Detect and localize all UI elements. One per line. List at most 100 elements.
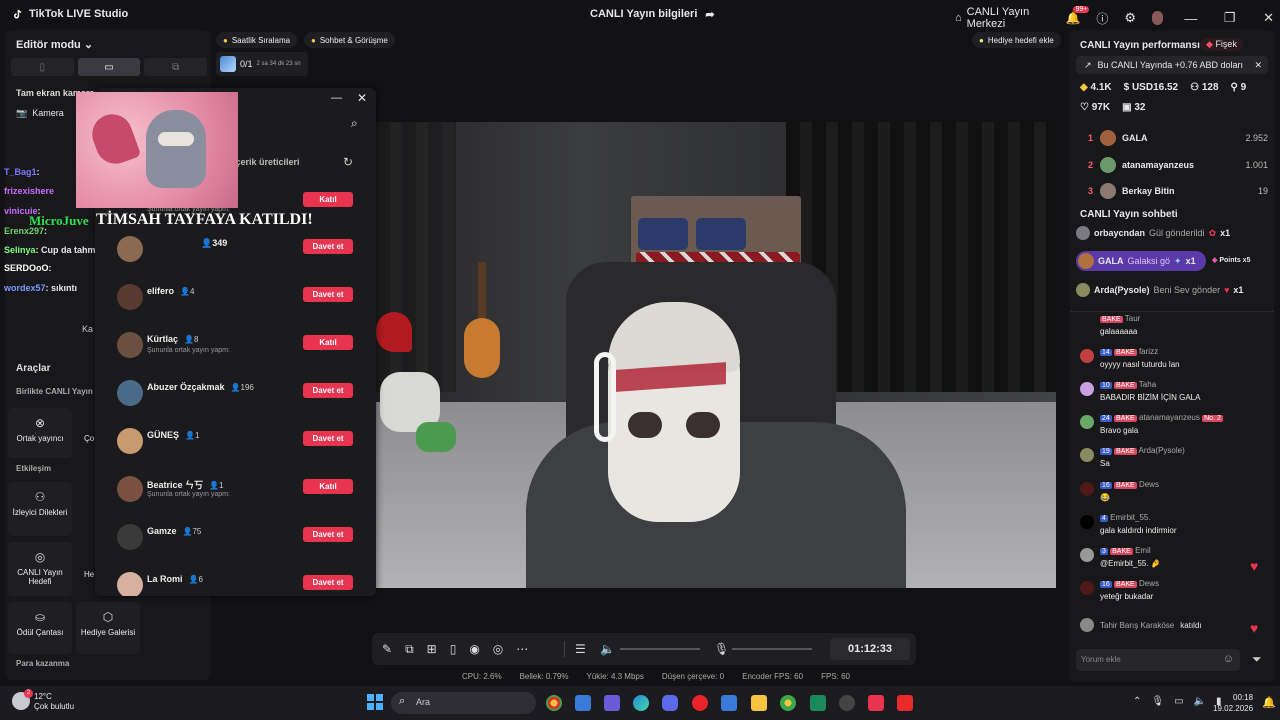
stats-row-2: ♡ 97K ▣ 32 xyxy=(1080,102,1145,113)
microphone-icon[interactable]: 🎙 xyxy=(714,642,729,656)
goal-widget[interactable]: 0/1 2 sa 34 dk 23 sn xyxy=(216,52,308,76)
settings-gear-icon[interactable]: ⚙ xyxy=(1124,10,1136,26)
notification-badge: 99+ xyxy=(1073,6,1090,13)
minimize-popup-button[interactable]: — xyxy=(331,92,342,104)
help-icon[interactable]: ⓘ xyxy=(1096,10,1108,27)
control-bar: ✎ ⧉ ⊞ ▯ ◉ ◎ ⋯ ☰ 🔈 🎙 01:12:33 xyxy=(372,633,916,665)
network-icon[interactable]: ▭ xyxy=(1174,696,1183,707)
bell-icon: 🔔 xyxy=(1065,11,1081,25)
opera-icon[interactable] xyxy=(692,695,708,711)
likes-stat: ♡ 97K xyxy=(1080,102,1111,113)
avatar xyxy=(117,332,143,358)
live-info-title[interactable]: CANLI Yayın bilgileri ➦ xyxy=(590,8,715,21)
live-chat-title: CANLI Yayın sohbeti xyxy=(1080,209,1178,220)
replay-icon[interactable]: ◎ xyxy=(493,642,503,657)
speaker-icon[interactable]: 🔈 xyxy=(600,642,615,656)
weather-widget[interactable]: 12°C Çok bulutlu xyxy=(34,692,74,712)
notification-bell-icon[interactable]: 🔔 xyxy=(1262,696,1276,709)
avatar xyxy=(1100,130,1116,146)
ranking-row[interactable]: 1 GALA 2.952 xyxy=(1088,130,1268,146)
partial-label-c: He xyxy=(84,570,95,579)
ranking-row[interactable]: 3 Berkay Bitin 19 xyxy=(1088,183,1268,199)
guest-name: Abuzer Özçakmak 👤196 xyxy=(147,382,254,392)
mic-slider[interactable] xyxy=(732,648,812,650)
partial-label-a: Ka xyxy=(82,324,94,334)
obs-icon[interactable] xyxy=(839,695,855,711)
creators-tab[interactable]: içerik üreticileri xyxy=(233,157,300,167)
invite-button[interactable]: Davet et xyxy=(303,287,353,302)
camera-preview[interactable] xyxy=(376,122,1056,588)
youtube-icon[interactable] xyxy=(897,695,913,711)
discord-icon[interactable] xyxy=(662,695,678,711)
tiktok-live-icon[interactable] xyxy=(868,695,884,711)
camera-source[interactable]: 📷 Kamera xyxy=(16,108,64,119)
cohost-tool[interactable]: ⊗ Ortak yayıncı xyxy=(8,408,72,458)
record-icon[interactable]: ◉ xyxy=(469,642,479,657)
layout-icon[interactable]: ⊞ xyxy=(427,642,437,657)
gift-goal-pill[interactable]: ● Hediye hedefi ekle xyxy=(972,32,1061,48)
search-icon[interactable]: ⌕ xyxy=(351,116,358,131)
close-popup-button[interactable]: ✕ xyxy=(357,91,367,105)
folder-icon[interactable] xyxy=(751,695,767,711)
magic-wand-icon[interactable]: ✎ xyxy=(382,642,392,657)
edge-icon[interactable] xyxy=(633,695,649,711)
mic-tray-icon[interactable]: 🎙 xyxy=(1151,696,1164,707)
invite-button[interactable]: Davet et xyxy=(303,383,353,398)
gift-gallery-tool[interactable]: ⬡ Hediye Galerisi xyxy=(76,602,140,654)
live-center-button[interactable]: ⌂ CANLI Yayın Merkezi xyxy=(955,6,1049,30)
refresh-icon[interactable]: ↻ xyxy=(343,155,353,169)
share-icon[interactable]: ➦ xyxy=(705,8,714,21)
viewer-requests-tool[interactable]: ⚇ İzleyici Dilekleri xyxy=(8,482,72,536)
avatar xyxy=(117,380,143,406)
filter-icon[interactable]: ⏷ xyxy=(1252,652,1262,667)
phone-icon[interactable]: ▯ xyxy=(450,642,457,657)
hourly-ranking-pill[interactable]: ● Saatlik Sıralama xyxy=(216,32,298,48)
ranking-row[interactable]: 2 atanamayanzeus 1.001 xyxy=(1088,157,1268,173)
store-icon[interactable] xyxy=(575,695,591,711)
live-goal-tool[interactable]: ◎ CANLI Yayın Hedefi xyxy=(8,542,72,596)
chrome-alt-icon[interactable] xyxy=(780,695,796,711)
invite-button[interactable]: Davet et xyxy=(303,575,353,590)
join-button[interactable]: Katıl xyxy=(303,192,353,207)
maximize-button[interactable]: ❐ xyxy=(1218,10,1241,26)
clock[interactable]: 00:18 19.02.2026 xyxy=(1213,692,1253,714)
volume-tray-icon[interactable]: 🔈 xyxy=(1194,696,1206,707)
invite-button[interactable]: Davet et xyxy=(303,527,353,542)
more-icon[interactable]: ⋯ xyxy=(516,642,528,657)
comment-input[interactable]: Yorum ekle ☺ xyxy=(1076,649,1240,671)
add-user-icon: ⚲ xyxy=(1230,82,1238,93)
lightbulb-icon: ● xyxy=(979,35,984,45)
dollar-icon: $ xyxy=(1123,82,1130,93)
profile-avatar[interactable] xyxy=(1152,11,1164,25)
multi-layout-tab[interactable]: ⧉ xyxy=(144,58,208,76)
sliders-icon[interactable]: ☰ xyxy=(575,642,586,656)
notification-button[interactable]: 🔔 99+ xyxy=(1065,6,1090,25)
right-panel: CANLI Yayın performansı ◆ Fişek ↗ Bu CANL… xyxy=(1070,30,1274,682)
taskbar-search[interactable]: ⌕ Ara xyxy=(391,692,536,714)
floating-heart-icon: ♥ xyxy=(1250,558,1259,574)
join-button[interactable]: Katıl xyxy=(303,335,353,350)
chrome-icon[interactable] xyxy=(546,695,562,711)
landscape-layout-tab[interactable]: ▭ xyxy=(77,58,141,76)
reward-bag-tool[interactable]: ⛀ Ödül Çantası xyxy=(8,602,72,654)
invite-button[interactable]: Davet et xyxy=(303,239,353,254)
chat-meet-pill[interactable]: ● Sohbet & Görüşme xyxy=(304,32,395,48)
teams-icon[interactable] xyxy=(604,695,620,711)
screen-add-icon[interactable]: ⧉ xyxy=(405,642,414,657)
editor-mode-dropdown[interactable]: Editör modu ⌄ xyxy=(16,38,93,51)
xbox-icon[interactable] xyxy=(810,695,826,711)
landscape-icon: ▭ xyxy=(104,61,114,73)
close-note-icon[interactable]: ✕ xyxy=(1254,60,1262,71)
firework-badge[interactable]: ◆ Fişek xyxy=(1200,38,1243,51)
emoji-icon[interactable]: ☺ xyxy=(1223,653,1234,665)
minimize-button[interactable]: — xyxy=(1179,11,1202,26)
join-button[interactable]: Katıl xyxy=(303,479,353,494)
close-window-button[interactable]: ✕ xyxy=(1257,10,1280,26)
invite-button[interactable]: Davet et xyxy=(303,431,353,446)
volume-slider[interactable] xyxy=(620,648,700,650)
divider xyxy=(564,641,565,657)
start-windows-icon[interactable] xyxy=(367,694,383,710)
chevron-up-icon[interactable]: ⌃ xyxy=(1133,696,1141,707)
portrait-layout-tab[interactable]: ▯ xyxy=(11,58,74,76)
mail-icon[interactable] xyxy=(721,695,737,711)
